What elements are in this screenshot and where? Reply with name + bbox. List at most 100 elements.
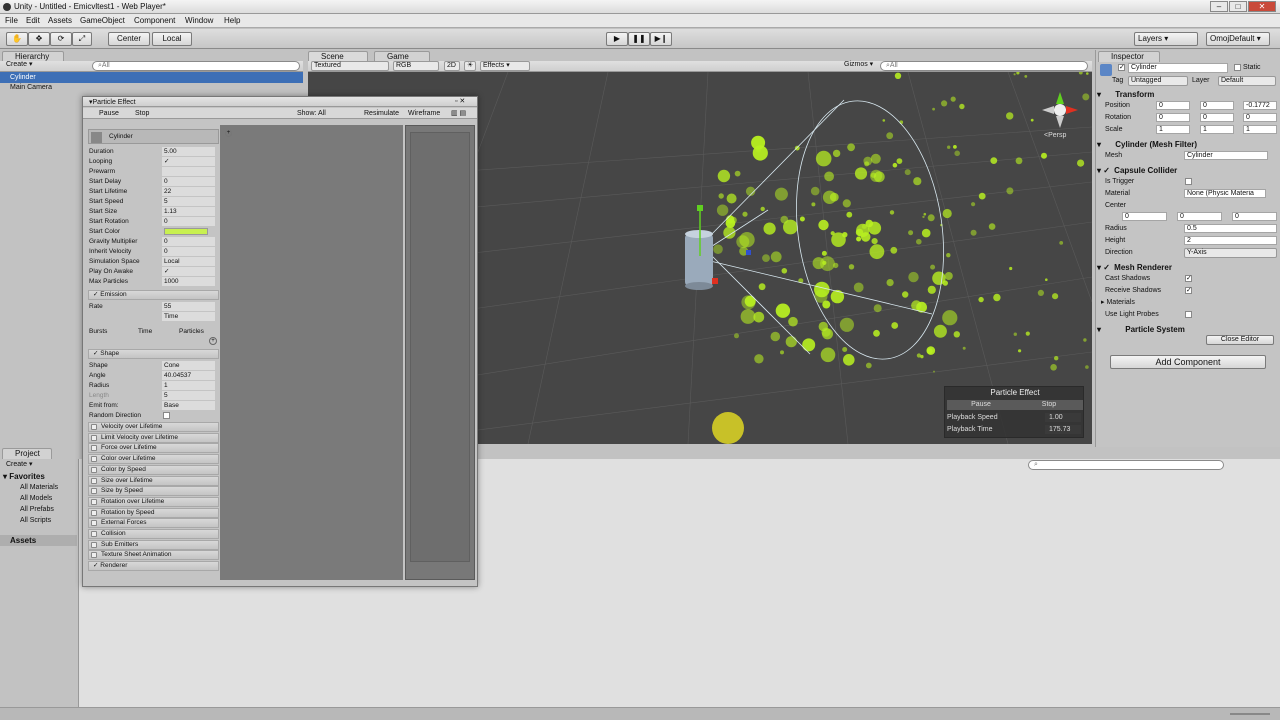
pe-resimulate-toggle[interactable]: Resimulate bbox=[364, 109, 399, 118]
pe-main-value-7[interactable]: 0 bbox=[162, 217, 215, 226]
module-toggle-checkbox[interactable] bbox=[91, 552, 97, 559]
center-z[interactable]: 0 bbox=[1232, 212, 1277, 221]
scale-y[interactable]: 1 bbox=[1200, 125, 1234, 134]
module-toggle-checkbox[interactable] bbox=[91, 531, 97, 537]
rotation-x[interactable]: 0 bbox=[1156, 113, 1190, 122]
module-toggle-checkbox[interactable] bbox=[91, 477, 97, 484]
radius-field[interactable]: 0.5 bbox=[1184, 224, 1277, 233]
effects-dropdown[interactable]: Effects ▾ bbox=[480, 61, 530, 71]
gizmo-y-handle[interactable] bbox=[697, 205, 703, 211]
play-button[interactable]: ▶ bbox=[606, 32, 628, 46]
shape-row-value-1[interactable]: 40.04537 bbox=[162, 371, 215, 380]
space-local-button[interactable]: Local bbox=[152, 32, 192, 46]
pe-module-0[interactable]: Velocity over Lifetime bbox=[88, 422, 219, 432]
materials-foldout[interactable]: ▸ Materials bbox=[1101, 298, 1135, 307]
menu-file[interactable]: File bbox=[5, 16, 18, 25]
menu-help[interactable]: Help bbox=[224, 16, 240, 25]
pe-module-5[interactable]: Size over Lifetime bbox=[88, 475, 219, 486]
pe-module-2[interactable]: Force over Lifetime bbox=[88, 443, 219, 454]
gameobject-active-checkbox[interactable]: ✓ bbox=[1118, 64, 1125, 71]
playback-speed-field[interactable]: 1.00 bbox=[1045, 413, 1081, 422]
module-toggle-checkbox[interactable] bbox=[91, 488, 97, 495]
start-color-swatch[interactable] bbox=[164, 228, 208, 235]
playback-time-field[interactable]: 175.73 bbox=[1045, 425, 1081, 434]
rate-field[interactable]: 55 bbox=[162, 302, 215, 311]
tag-dropdown[interactable]: Untagged bbox=[1128, 76, 1188, 86]
pe-module-12[interactable]: Texture Sheet Animation bbox=[88, 550, 219, 561]
zoom-slider[interactable] bbox=[1230, 713, 1270, 715]
menu-gameobject[interactable]: GameObject bbox=[80, 16, 125, 25]
pe-module-3[interactable]: Color over Lifetime bbox=[88, 454, 219, 465]
render-mode-dropdown[interactable]: Textured bbox=[311, 61, 389, 71]
position-x[interactable]: 0 bbox=[1156, 101, 1190, 110]
pe-wireframe-toggle[interactable]: Wireframe bbox=[408, 109, 440, 118]
shape-row-value-0[interactable]: Cone bbox=[162, 361, 215, 370]
pe-module-7[interactable]: Rotation over Lifetime bbox=[88, 496, 219, 507]
pe-module-4[interactable]: Color by Speed bbox=[88, 464, 219, 475]
menu-edit[interactable]: Edit bbox=[26, 16, 40, 25]
fav-all-materials[interactable]: All Materials bbox=[20, 483, 58, 492]
gizmo-z-handle[interactable] bbox=[746, 250, 751, 255]
direction-dropdown[interactable]: Y-Axis bbox=[1184, 248, 1277, 258]
pe-main-value-9[interactable]: 0 bbox=[162, 237, 215, 246]
pe-main-value-4[interactable]: 22 bbox=[162, 187, 215, 196]
pe-emission-header[interactable]: ✓ Emission bbox=[88, 290, 219, 300]
pe-shape-header[interactable]: ✓ Shape bbox=[88, 349, 219, 359]
step-button[interactable]: ▶❙ bbox=[650, 32, 672, 46]
is-trigger-checkbox[interactable] bbox=[1185, 178, 1192, 185]
position-y[interactable]: 0 bbox=[1200, 101, 1234, 110]
pe-main-value-0[interactable]: 5.00 bbox=[162, 147, 215, 156]
pe-main-value-1[interactable]: ✓ bbox=[162, 157, 215, 166]
pe-main-value-6[interactable]: 1.13 bbox=[162, 207, 215, 216]
layout-dropdown[interactable]: OmojDefault ▾ bbox=[1206, 32, 1270, 46]
pe-pause-button[interactable]: Pause bbox=[99, 109, 119, 118]
pivot-center-button[interactable]: Center bbox=[108, 32, 150, 46]
capsule-collider-header[interactable]: ▾ ✓ Capsule Collider bbox=[1097, 165, 1280, 177]
layer-dropdown[interactable]: Default bbox=[1218, 76, 1276, 86]
position-z[interactable]: -0.1772 bbox=[1243, 101, 1277, 110]
hierarchy-item-main-camera[interactable]: Main Camera bbox=[10, 83, 52, 92]
center-y[interactable]: 0 bbox=[1177, 212, 1222, 221]
menu-window[interactable]: Window bbox=[185, 16, 213, 25]
pe-module-9[interactable]: External Forces bbox=[88, 518, 219, 529]
project-create-dropdown[interactable]: Create ▾ bbox=[6, 460, 32, 469]
rotation-y[interactable]: 0 bbox=[1200, 113, 1234, 122]
tab-inspector[interactable]: Inspector bbox=[1098, 51, 1160, 62]
module-toggle-checkbox[interactable] bbox=[91, 434, 97, 441]
fav-all-scripts[interactable]: All Scripts bbox=[20, 516, 51, 525]
module-toggle-checkbox[interactable] bbox=[91, 498, 97, 505]
cylinder-object[interactable] bbox=[685, 230, 713, 290]
module-toggle-checkbox[interactable] bbox=[91, 424, 97, 430]
shape-row-value-3[interactable]: 5 bbox=[162, 391, 215, 400]
rotate-tool-icon[interactable]: ⟳ bbox=[50, 32, 72, 46]
move-tool-icon[interactable]: ✥ bbox=[28, 32, 50, 46]
transform-header[interactable]: ▾ Transform bbox=[1097, 89, 1280, 101]
pe-module-10[interactable]: Collision bbox=[88, 529, 219, 539]
menu-component[interactable]: Component bbox=[134, 16, 175, 25]
light-probes-checkbox[interactable] bbox=[1185, 311, 1192, 318]
fav-all-models[interactable]: All Models bbox=[20, 494, 52, 503]
gizmos-dropdown[interactable]: Gizmos ▾ bbox=[842, 61, 878, 71]
pe-module-8[interactable]: Rotation by Speed bbox=[88, 507, 219, 518]
module-toggle-checkbox[interactable] bbox=[91, 509, 97, 516]
pe-start-color-field[interactable] bbox=[162, 227, 215, 236]
static-checkbox[interactable] bbox=[1234, 64, 1241, 71]
particle-effect-titlebar[interactable]: ▾Particle Effect ▫ ✕ bbox=[83, 97, 477, 107]
pe-module-6[interactable]: Size by Speed bbox=[88, 486, 219, 497]
module-toggle-checkbox[interactable] bbox=[91, 466, 97, 473]
pe-main-value-2[interactable] bbox=[162, 167, 215, 176]
scene-search-input[interactable]: ⌕All bbox=[880, 61, 1088, 71]
pe-window-controls-icon[interactable]: ▫ ✕ bbox=[455, 97, 465, 106]
hierarchy-item-cylinder[interactable]: Cylinder bbox=[0, 72, 303, 83]
color-mode-dropdown[interactable]: RGB bbox=[393, 61, 439, 71]
pe-main-value-3[interactable]: 0 bbox=[162, 177, 215, 186]
gameobject-name-field[interactable]: Cylinder bbox=[1128, 63, 1228, 73]
minimize-button[interactable]: – bbox=[1210, 1, 1228, 12]
height-field[interactable]: 2 bbox=[1184, 236, 1277, 245]
pe-main-value-5[interactable]: 5 bbox=[162, 197, 215, 206]
rotation-z[interactable]: 0 bbox=[1243, 113, 1277, 122]
gizmo-x-handle[interactable] bbox=[712, 278, 718, 284]
fav-all-prefabs[interactable]: All Prefabs bbox=[20, 505, 54, 514]
module-toggle-checkbox[interactable] bbox=[91, 456, 97, 463]
overlay-stop-button[interactable]: Stop bbox=[1015, 400, 1083, 410]
